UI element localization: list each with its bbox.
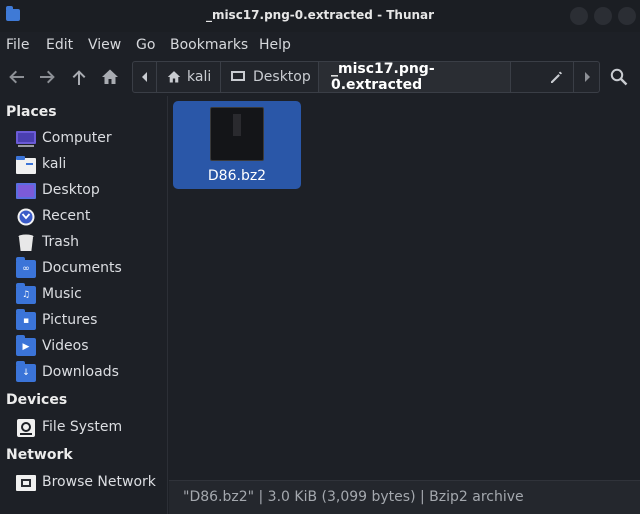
- sidebar-item-label: Music: [42, 286, 82, 302]
- sidebar-item-label: kali: [42, 156, 67, 172]
- file-view[interactable]: D86.bz2: [169, 96, 640, 480]
- toolbar: kali Desktop _misc17.png-0.extracted: [0, 58, 640, 96]
- menu-edit[interactable]: Edit: [46, 37, 73, 53]
- desktop-icon: [231, 71, 245, 81]
- hard-drive-icon: [17, 419, 35, 437]
- back-button[interactable]: [4, 64, 30, 90]
- section-title-devices: Devices: [6, 392, 68, 408]
- status-text: "D86.bz2" | 3.0 KiB (3,099 bytes) | Bzip…: [183, 489, 524, 505]
- status-bar: "D86.bz2" | 3.0 KiB (3,099 bytes) | Bzip…: [169, 480, 640, 514]
- path-segment-label: _misc17.png-0.extracted: [331, 61, 435, 93]
- sidebar-item-pictures[interactable]: ▪ Pictures: [0, 309, 167, 333]
- menu-bar: File Edit View Go Bookmarks Help: [0, 32, 640, 58]
- path-segment-desktop[interactable]: Desktop: [221, 62, 319, 92]
- forward-arrow-icon: [40, 70, 55, 84]
- home-icon: [102, 69, 118, 84]
- music-folder-icon: ♫: [16, 283, 36, 304]
- sidebar-item-label: File System: [42, 419, 123, 435]
- menu-bookmarks[interactable]: Bookmarks: [170, 37, 248, 53]
- pictures-folder-icon: ▪: [16, 309, 36, 330]
- back-arrow-icon: [9, 70, 24, 84]
- menu-view[interactable]: View: [88, 37, 121, 53]
- window-title: _misc17.png-0.extracted - Thunar: [205, 8, 435, 22]
- forward-button[interactable]: [34, 64, 60, 90]
- sidebar-item-label: Pictures: [42, 312, 98, 328]
- menu-file[interactable]: File: [6, 37, 29, 53]
- path-segment-label: Desktop: [253, 69, 311, 85]
- network-icon: [16, 475, 36, 491]
- edit-location-button[interactable]: [511, 62, 573, 92]
- close-button[interactable]: [618, 7, 636, 25]
- path-segment-kali[interactable]: kali: [157, 62, 221, 92]
- sidebar-item-label: Desktop: [42, 182, 100, 198]
- up-button[interactable]: [66, 64, 92, 90]
- sidebar-item-computer[interactable]: Computer: [0, 127, 167, 151]
- home-button[interactable]: [97, 64, 123, 90]
- sidebar-item-label: Downloads: [42, 364, 119, 380]
- sidebar-item-kali[interactable]: kali: [0, 153, 167, 177]
- sidebar-item-file-system[interactable]: File System: [0, 416, 167, 440]
- home-icon: [167, 71, 181, 83]
- sidebar-item-videos[interactable]: ▶ Videos: [0, 335, 167, 359]
- path-segment-label: kali: [187, 69, 212, 85]
- sidebar-item-label: Browse Network: [42, 474, 156, 490]
- trash-icon: [18, 234, 34, 251]
- downloads-folder-icon: ↓: [16, 361, 36, 382]
- search-button[interactable]: [606, 64, 632, 90]
- sidebar-item-label: Recent: [42, 208, 91, 224]
- sidebar-item-trash[interactable]: Trash: [0, 231, 167, 255]
- archive-file-icon: [210, 107, 264, 161]
- minimize-button[interactable]: [570, 7, 588, 25]
- search-icon: [610, 68, 628, 86]
- sidebar-item-recent[interactable]: Recent: [0, 205, 167, 229]
- path-segment-current[interactable]: _misc17.png-0.extracted: [319, 61, 511, 93]
- file-item[interactable]: D86.bz2: [173, 101, 301, 189]
- pencil-icon: [551, 71, 562, 83]
- chevron-left-icon: [141, 72, 147, 82]
- sidebar-item-downloads[interactable]: ↓ Downloads: [0, 361, 167, 385]
- sidebar-item-desktop[interactable]: Desktop: [0, 179, 167, 203]
- recent-clock-icon: [17, 208, 35, 226]
- desktop-icon: [16, 183, 36, 199]
- sidebar-item-label: Computer: [42, 130, 112, 146]
- documents-folder-icon: ∞: [16, 257, 36, 278]
- sidebar-item-browse-network[interactable]: Browse Network: [0, 471, 167, 495]
- section-title-places: Places: [6, 104, 57, 120]
- menu-help[interactable]: Help: [259, 37, 291, 53]
- sidebar-item-label: Trash: [42, 234, 79, 250]
- up-arrow-icon: [72, 70, 86, 85]
- file-name: D86.bz2: [207, 168, 267, 184]
- maximize-button[interactable]: [594, 7, 612, 25]
- menu-go[interactable]: Go: [136, 37, 155, 53]
- chevron-right-icon: [584, 72, 590, 82]
- sidebar-item-label: Videos: [42, 338, 89, 354]
- home-folder-icon: [16, 156, 36, 174]
- path-scroll-right-button[interactable]: [573, 62, 599, 92]
- title-bar: _misc17.png-0.extracted - Thunar: [0, 0, 640, 32]
- sidebar-item-documents[interactable]: ∞ Documents: [0, 257, 167, 281]
- sidebar: Places Computer kali Desktop Recent Tras…: [0, 96, 168, 514]
- sidebar-item-label: Documents: [42, 260, 122, 276]
- computer-icon: [16, 131, 36, 147]
- sidebar-item-music[interactable]: ♫ Music: [0, 283, 167, 307]
- section-title-network: Network: [6, 447, 73, 463]
- path-scroll-left-button[interactable]: [133, 62, 157, 92]
- path-bar: kali Desktop _misc17.png-0.extracted: [132, 61, 600, 93]
- videos-folder-icon: ▶: [16, 335, 36, 356]
